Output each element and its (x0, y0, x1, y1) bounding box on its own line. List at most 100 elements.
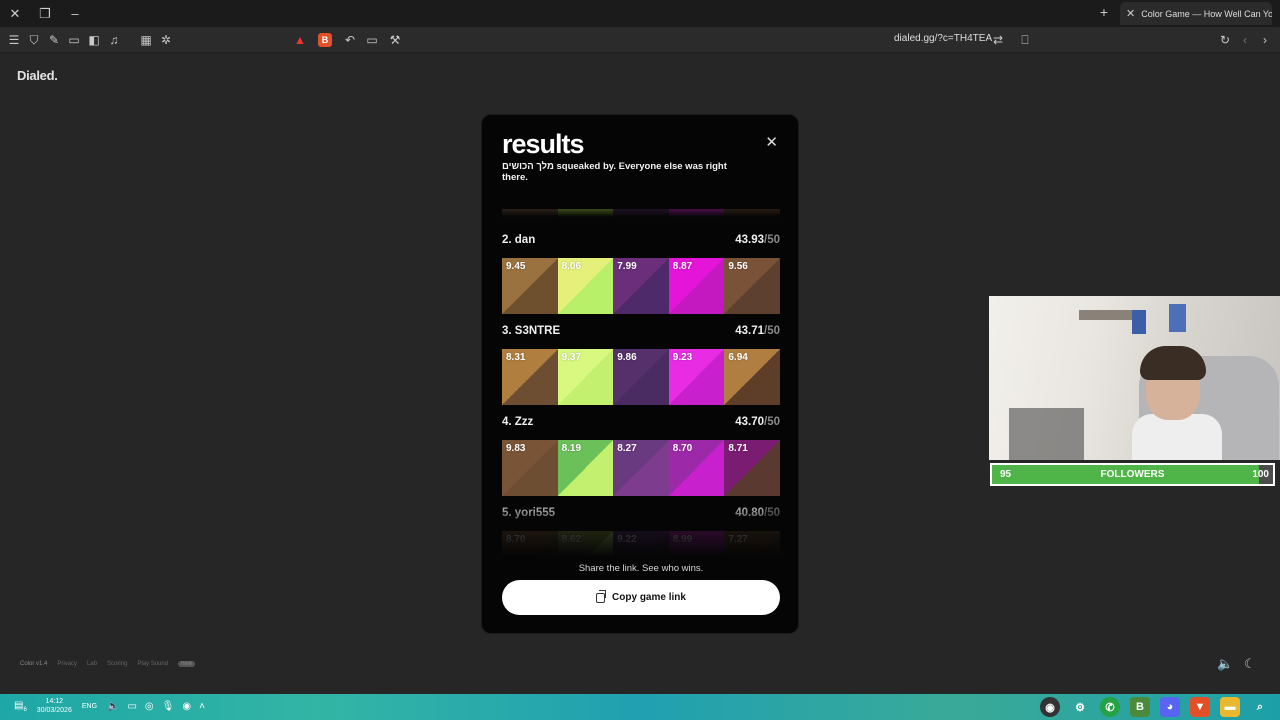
followers-goal-bar: 95 FOLLOWERS 100 (990, 463, 1275, 486)
tab-active[interactable]: ✕ Color Game — How Well Can Yo (1120, 2, 1272, 25)
pin-icon[interactable]: ✎ (46, 32, 62, 48)
result-header: 2. dan 43.93/50 (502, 230, 780, 250)
volume-icon[interactable]: 🔈 (107, 701, 119, 712)
file-explorer-icon[interactable]: ▬ (1220, 697, 1240, 717)
player-score: 43.71/50 (735, 325, 780, 337)
player-name: 4. Zzz (502, 416, 534, 428)
reload-icon[interactable]: ↻ (1217, 32, 1233, 48)
tab-close-icon[interactable]: ✕ (1126, 7, 1135, 20)
followers-goal: 100 (1252, 469, 1269, 480)
list-fade (502, 497, 780, 557)
vpn-icon[interactable]: ◉ (182, 701, 191, 712)
color-swatch: 9.23 (668, 349, 725, 405)
forward-icon[interactable]: › (1257, 32, 1273, 48)
color-swatches: 8.31 9.37 9.86 9.23 6.94 (502, 349, 780, 405)
player-name: 3. S3NTRE (502, 325, 561, 337)
shield-icon[interactable]: ⛉ (26, 32, 42, 48)
color-swatch: 8.70 (668, 440, 725, 496)
modal-subtitle: מלך הכושים squeaked by. Everyone else wa… (502, 161, 727, 183)
footer-links: Color v1.4 Privacy Lab Scoring Play Soun… (20, 661, 196, 667)
footer-link-privacy[interactable]: Privacy (57, 661, 77, 667)
screen-icon[interactable]: ▭ (364, 32, 380, 48)
extensions-icon[interactable]: ✲ (158, 32, 174, 48)
language-indicator[interactable]: ENG (82, 703, 97, 710)
color-swatch: 8.19 (557, 440, 614, 496)
sound-icon[interactable]: 🔈 (1217, 656, 1233, 672)
discord-app-icon[interactable]: ◕ (1160, 697, 1180, 717)
brave-shield-icon[interactable]: B (318, 33, 332, 47)
dark-mode-icon[interactable]: ☾ (1244, 656, 1256, 672)
result-header: 4. Zzz 43.70/50 (502, 412, 780, 432)
new-badge: new (178, 661, 196, 667)
tabs-icon[interactable]: ▭ (66, 32, 82, 48)
swatch-score: 9.37 (561, 352, 582, 363)
swatch-score: 7.99 (617, 261, 637, 272)
swatch-score: 8.27 (617, 443, 637, 454)
swatch-score: 8.19 (561, 443, 582, 454)
browser-toolbar: ☰ ⛉ ✎ ▭ ◧ ♫ ▦ ✲ ▲ B ↶ ▭ ⚒ dialed.gg/?c=T… (0, 27, 1280, 53)
results-list[interactable]: 2. dan 43.93/50 9.45 8.06 7.99 8.87 9.56 3. S3N… (502, 209, 780, 557)
color-swatch: 8.31 (502, 349, 558, 405)
clock[interactable]: 14:12 30/03/2026 (37, 697, 72, 715)
color-swatches: 9.83 8.19 8.27 8.70 8.71 (502, 440, 780, 496)
result-header: 3. S3NTRE 43.71/50 (502, 321, 780, 341)
display-icon[interactable]: ▭ (127, 701, 136, 712)
back-arrow-icon[interactable]: ↶ (342, 32, 358, 48)
menu-icon[interactable]: ☰ (6, 32, 22, 48)
webcam-feed (989, 296, 1280, 460)
swatch-score: 8.06 (561, 261, 582, 272)
obs-app-icon[interactable]: ◉ (1040, 697, 1060, 717)
tab-title: Color Game — How Well Can Yo (1141, 8, 1272, 19)
calendar-icon[interactable]: ▦ (138, 32, 154, 48)
color-swatch: 9.86 (613, 349, 669, 405)
swatch-score: 9.56 (728, 261, 748, 272)
bookmark-icon[interactable]: ⎕ (1017, 32, 1033, 48)
site-logo[interactable]: Dialed. (17, 68, 58, 83)
modal-title: results (502, 129, 585, 159)
tools-icon[interactable]: ⚒ (387, 32, 403, 48)
show-hidden-icons-icon[interactable]: ˄ (199, 701, 205, 712)
swatch-score: 9.86 (617, 352, 637, 363)
b-app-icon[interactable]: B (1130, 697, 1150, 717)
result-entry: 3. S3NTRE 43.71/50 8.31 9.37 9.86 9.23 6.94 (502, 321, 780, 405)
notification-icon[interactable]: ▤6 (14, 700, 27, 713)
microphone-icon[interactable]: 🎙 (162, 701, 175, 712)
color-swatch: 9.37 (557, 349, 614, 405)
new-tab-icon[interactable]: + (1100, 4, 1108, 20)
color-swatch: 8.27 (613, 440, 669, 496)
swatch-score: 8.70 (672, 443, 693, 454)
restore-window-icon[interactable]: ❐ (30, 0, 60, 27)
minimize-window-icon[interactable]: – (60, 0, 90, 27)
site-settings-icon[interactable]: ⇄ (990, 32, 1006, 48)
brave-app-icon[interactable]: ▼ (1190, 697, 1210, 717)
address-bar[interactable]: dialed.gg/?c=TH4TEA (894, 33, 992, 44)
tab-strip: ✕ ❐ – + ✕ Color Game — How Well Can Yo (0, 0, 1280, 27)
share-text: Share the link. See who wins. (578, 563, 704, 574)
search-icon[interactable]: ⌕ (1250, 697, 1270, 717)
close-icon[interactable]: ✕ (765, 133, 778, 151)
color-swatch: 8.87 (668, 258, 725, 314)
sidebar-icon[interactable]: ◧ (86, 32, 102, 48)
followers-label: FOLLOWERS (1100, 469, 1165, 480)
color-swatch: 9.83 (502, 440, 558, 496)
swatch-score: 6.94 (728, 352, 748, 363)
footer-link-lab[interactable]: Lab (87, 661, 97, 667)
previous-entry-edge (502, 209, 780, 217)
footer-link-scoring[interactable]: Scoring (107, 661, 127, 667)
close-window-icon[interactable]: ✕ (0, 0, 30, 27)
results-modal: results ✕ מלך הכושים squeaked by. Everyo… (481, 114, 799, 634)
whatsapp-app-icon[interactable]: ✆ (1100, 697, 1120, 717)
settings-app-icon[interactable]: ⚙ (1070, 697, 1090, 717)
music-icon[interactable]: ♫ (106, 32, 122, 48)
swatch-score: 9.45 (506, 261, 526, 272)
result-entry: 2. dan 43.93/50 9.45 8.06 7.99 8.87 9.56 (502, 230, 780, 314)
whatsapp-tray-icon[interactable]: ◎ (145, 701, 154, 712)
footer-link-play-sound[interactable]: Play Sound (137, 661, 168, 667)
swatch-score: 8.71 (728, 443, 748, 454)
copy-game-link-button[interactable]: Copy game link (502, 580, 780, 615)
back-icon[interactable]: ‹ (1237, 32, 1253, 48)
alert-extension-icon[interactable]: ▲ (292, 32, 308, 48)
taskbar: ▤6 14:12 30/03/2026 ENG 🔈 ▭ ◎ 🎙 ◉ ˄ ◉ ⚙ … (0, 694, 1280, 720)
footer-link-version[interactable]: Color v1.4 (20, 661, 47, 667)
color-swatch: 6.94 (724, 349, 780, 405)
